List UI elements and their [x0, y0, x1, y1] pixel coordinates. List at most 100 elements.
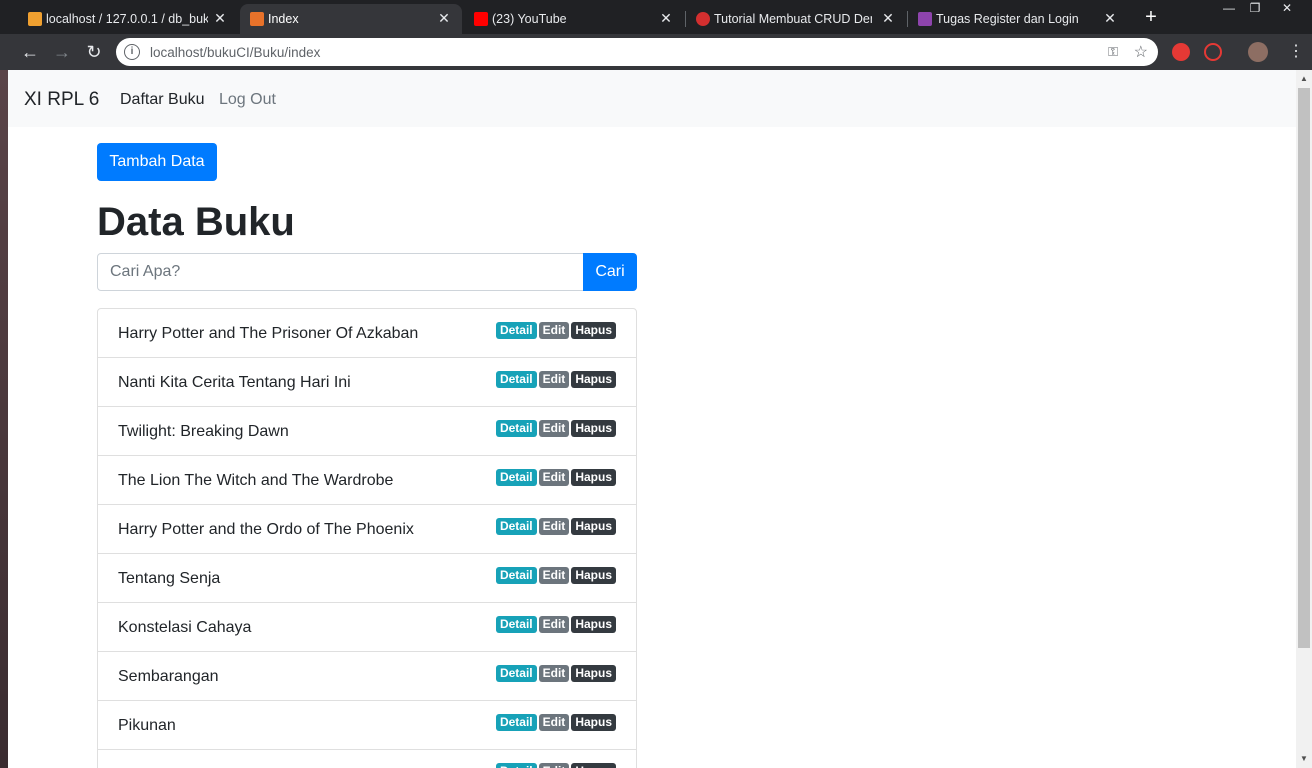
edit-button[interactable]: Edit: [538, 763, 570, 768]
edit-button[interactable]: Edit: [538, 616, 570, 633]
search-input[interactable]: [97, 253, 584, 291]
edit-button[interactable]: Edit: [538, 665, 570, 682]
key-icon[interactable]: ⚿: [1108, 44, 1118, 60]
tab-title: Index: [268, 12, 299, 26]
bookmark-star-icon[interactable]: ☆: [1134, 42, 1148, 62]
tab-title: (23) YouTube: [492, 12, 567, 26]
browser-toolbar: ← → ↻ i localhost/bukuCI/Buku/index ⚿ ☆ …: [0, 34, 1312, 70]
delete-button[interactable]: Hapus: [571, 567, 616, 584]
tab-index[interactable]: Index ✕: [240, 4, 462, 34]
delete-button[interactable]: Hapus: [571, 420, 616, 437]
navbar: XI RPL 6 Daftar Buku Log Out: [8, 70, 1296, 127]
close-tab-icon[interactable]: ✕: [658, 10, 674, 26]
detail-button[interactable]: Detail: [495, 420, 537, 437]
edit-button[interactable]: Edit: [538, 322, 570, 339]
scroll-down-icon[interactable]: ▼: [1300, 754, 1308, 763]
tutorial-favicon-icon: [696, 12, 710, 26]
nav-link-daftar-buku[interactable]: Daftar Buku: [120, 91, 204, 109]
list-item: Konstelasi Cahaya Detail Edit Hapus: [98, 603, 636, 652]
page-scrollbar[interactable]: ▲ ▼: [1296, 70, 1312, 768]
list-item: DetailEditHapus: [98, 750, 636, 768]
list-item: The Lion The Witch and The Wardrobe Deta…: [98, 456, 636, 505]
list-item: Nanti Kita Cerita Tentang Hari Ini Detai…: [98, 358, 636, 407]
page-viewport: XI RPL 6 Daftar Buku Log Out Tambah Data…: [8, 70, 1296, 768]
xampp-favicon-icon: [250, 12, 264, 26]
close-tab-icon[interactable]: ✕: [1102, 10, 1118, 26]
book-title: Sembarangan: [118, 668, 219, 685]
tab-phpmyadmin[interactable]: localhost / 127.0.0.1 / db_buku ✕: [18, 4, 238, 34]
book-title: Twilight: Breaking Dawn: [118, 423, 289, 440]
menu-kebab-icon[interactable]: ⋮: [1284, 40, 1308, 64]
list-item: Twilight: Breaking Dawn Detail Edit Hapus: [98, 407, 636, 456]
list-item: Harry Potter and The Prisoner Of Azkaban…: [98, 309, 636, 358]
delete-button[interactable]: Hapus: [571, 714, 616, 731]
tab-youtube[interactable]: (23) YouTube ✕: [464, 4, 684, 34]
search-button[interactable]: Cari: [583, 253, 637, 291]
edit-button[interactable]: Edit: [538, 567, 570, 584]
back-arrow-icon[interactable]: ←: [18, 40, 42, 64]
new-tab-icon[interactable]: +: [1140, 6, 1162, 28]
close-tab-icon[interactable]: ✕: [436, 10, 452, 26]
edit-button[interactable]: Edit: [538, 420, 570, 437]
tab-tutorial-crud[interactable]: Tutorial Membuat CRUD Dengan ✕: [686, 4, 906, 34]
profile-avatar[interactable]: [1248, 42, 1268, 62]
delete-button[interactable]: Hapus: [571, 616, 616, 633]
restore-icon[interactable]: ❐: [1242, 0, 1268, 18]
page-title: Data Buku: [97, 200, 295, 244]
info-icon[interactable]: i: [124, 44, 140, 60]
youtube-favicon-icon: [474, 12, 488, 26]
adblock-extension-icon[interactable]: [1172, 43, 1190, 61]
book-title: Tentang Senja: [118, 570, 221, 587]
detail-button[interactable]: Detail: [495, 518, 537, 535]
edit-button[interactable]: Edit: [538, 469, 570, 486]
minimize-icon[interactable]: —: [1216, 0, 1242, 18]
list-item: Harry Potter and the Ordo of The Phoenix…: [98, 505, 636, 554]
book-title: Pikunan: [118, 717, 176, 734]
edit-button[interactable]: Edit: [538, 518, 570, 535]
detail-button[interactable]: Detail: [495, 322, 537, 339]
close-tab-icon[interactable]: ✕: [880, 10, 896, 26]
desktop-background: [0, 68, 8, 768]
detail-button[interactable]: Detail: [495, 714, 537, 731]
detail-button[interactable]: Detail: [495, 763, 537, 768]
navbar-brand[interactable]: XI RPL 6: [24, 89, 99, 111]
tab-title: localhost / 127.0.0.1 / db_buku: [46, 12, 208, 26]
detail-button[interactable]: Detail: [495, 567, 537, 584]
tab-title: Tugas Register dan Login: [936, 12, 1079, 26]
address-bar[interactable]: i localhost/bukuCI/Buku/index ⚿ ☆: [116, 38, 1158, 66]
delete-button[interactable]: Hapus: [571, 763, 616, 768]
add-data-button[interactable]: Tambah Data: [97, 143, 217, 181]
list-item: Tentang Senja Detail Edit Hapus: [98, 554, 636, 603]
delete-button[interactable]: Hapus: [571, 371, 616, 388]
window-close-icon[interactable]: ✕: [1272, 0, 1302, 18]
scrollbar-thumb[interactable]: [1298, 88, 1310, 648]
tab-title: Tutorial Membuat CRUD Dengan: [714, 12, 872, 26]
book-title: Harry Potter and The Prisoner Of Azkaban: [118, 325, 419, 342]
tab-tugas-register[interactable]: Tugas Register dan Login ✕: [908, 4, 1128, 34]
forward-arrow-icon[interactable]: →: [50, 40, 74, 64]
nav-link-log-out[interactable]: Log Out: [219, 91, 276, 109]
detail-button[interactable]: Detail: [495, 469, 537, 486]
blocked-extension-icon[interactable]: [1204, 43, 1222, 61]
detail-button[interactable]: Detail: [495, 371, 537, 388]
edit-button[interactable]: Edit: [538, 371, 570, 388]
close-tab-icon[interactable]: ✕: [212, 10, 228, 26]
book-title: Nanti Kita Cerita Tentang Hari Ini: [118, 374, 351, 391]
edit-button[interactable]: Edit: [538, 714, 570, 731]
book-title: Harry Potter and the Ordo of The Phoenix: [118, 521, 414, 538]
delete-button[interactable]: Hapus: [571, 322, 616, 339]
delete-button[interactable]: Hapus: [571, 665, 616, 682]
reload-icon[interactable]: ↻: [82, 40, 106, 64]
scroll-up-icon[interactable]: ▲: [1300, 74, 1308, 83]
delete-button[interactable]: Hapus: [571, 518, 616, 535]
url-text[interactable]: localhost/bukuCI/Buku/index: [150, 45, 320, 60]
book-title: Konstelasi Cahaya: [118, 619, 252, 636]
detail-button[interactable]: Detail: [495, 665, 537, 682]
book-title: The Lion The Witch and The Wardrobe: [118, 472, 394, 489]
phpmyadmin-favicon-icon: [28, 12, 42, 26]
detail-button[interactable]: Detail: [495, 616, 537, 633]
list-item: Sembarangan Detail Edit Hapus: [98, 652, 636, 701]
delete-button[interactable]: Hapus: [571, 469, 616, 486]
browser-tab-strip: localhost / 127.0.0.1 / db_buku ✕ Index …: [0, 0, 1312, 34]
classroom-favicon-icon: [918, 12, 932, 26]
